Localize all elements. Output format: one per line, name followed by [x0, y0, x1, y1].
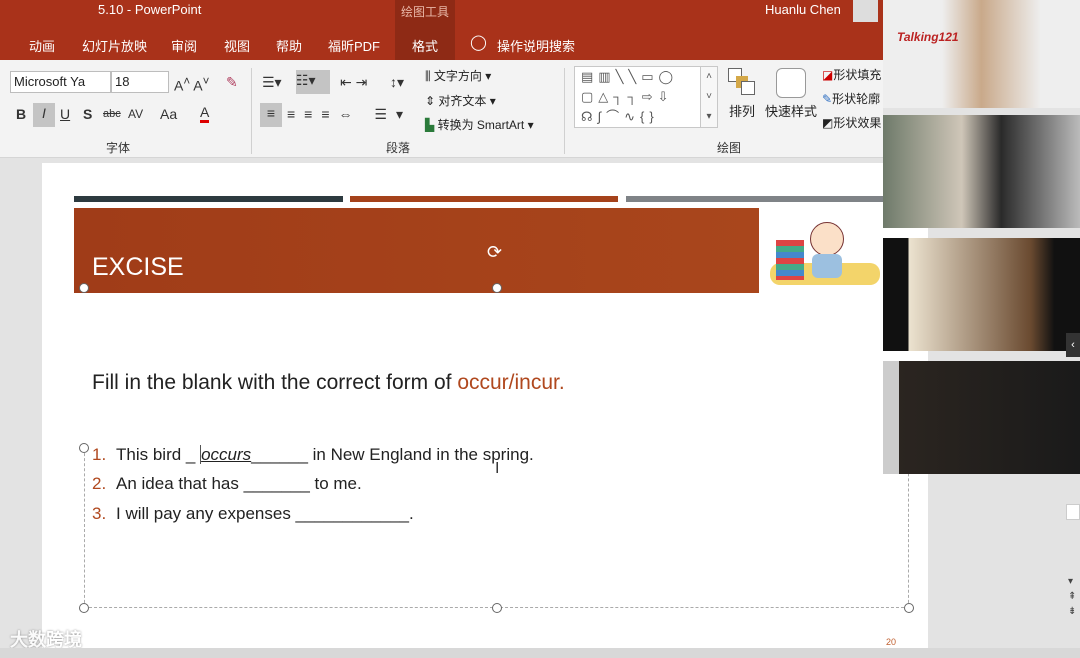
tab-animations[interactable]: 动画: [29, 36, 55, 55]
status-bar: [0, 648, 1080, 658]
gallery-scroll[interactable]: ˄ ˅ ▾: [700, 66, 718, 128]
decor-bar: [626, 196, 883, 202]
shape-effects-label: 形状效果: [833, 116, 882, 130]
item-text: This bird _: [116, 445, 201, 464]
shape-effects-button[interactable]: ◩形状效果: [822, 114, 883, 131]
align-text-button[interactable]: ⇕ 对齐文本 ▾: [425, 92, 496, 109]
text-direction-icon: ⫼: [425, 69, 434, 83]
video-tile-host[interactable]: Talking121: [883, 0, 1080, 108]
clear-format-icon[interactable]: ✎: [226, 72, 238, 92]
text-direction-button[interactable]: ⫼ 文字方向 ▾: [425, 67, 491, 84]
smartart-button[interactable]: ▙ 转换为 SmartArt ▾: [425, 116, 534, 133]
item-number: 3.: [92, 504, 107, 523]
shape-effects-icon: ◩: [822, 116, 834, 130]
list-item[interactable]: 1. This bird _ occurs______ in New Englan…: [92, 445, 534, 465]
item-text: ______ in New England in the spring.: [251, 445, 534, 464]
heading-text: Fill in the blank with the correct form …: [92, 371, 458, 394]
shape-outline-button[interactable]: ✎形状轮廓: [822, 90, 883, 107]
change-case-button[interactable]: Aa: [160, 104, 177, 124]
document-title: 5.10 - PowerPoint: [98, 2, 202, 17]
line-spacing-icon[interactable]: ↕▾: [390, 72, 404, 92]
tab-format[interactable]: 格式: [395, 22, 455, 60]
shadow-button[interactable]: S: [83, 104, 92, 124]
font-color-button[interactable]: A: [200, 104, 210, 123]
underline-button[interactable]: U: [60, 104, 70, 124]
video-background-logo: Talking121: [897, 30, 959, 44]
page-number: 20: [886, 637, 897, 647]
align-left-icon[interactable]: ≡: [260, 103, 282, 127]
shape-outline-label: 形状轮廓: [832, 92, 881, 106]
list-item[interactable]: 2. An idea that has _______ to me.: [92, 474, 362, 494]
scrollbar-thumb[interactable]: [1066, 504, 1080, 520]
heading-accent: occur/incur.: [457, 371, 565, 394]
indent-icons[interactable]: ⇤ ⇥: [340, 72, 367, 92]
bullets-icon[interactable]: ☰▾: [262, 72, 282, 92]
lightbulb-icon: ◯: [470, 34, 487, 51]
paint-bucket-icon: ◪: [822, 68, 834, 82]
tab-view[interactable]: 视图: [224, 36, 250, 55]
text-cursor-icon: I: [495, 460, 500, 477]
shapes-gallery[interactable]: ▤▥╲╲▭◯ ▢△┐┐⇨⇩ ☊∫⌒∿{}: [574, 66, 718, 128]
item-number: 1.: [92, 445, 107, 464]
item-number: 2.: [92, 474, 107, 493]
instruction-heading[interactable]: Fill in the blank with the correct form …: [92, 371, 565, 395]
collapse-panel-button[interactable]: ‹: [1066, 333, 1080, 357]
font-group-label: 字体: [106, 141, 131, 155]
rotate-handle-icon[interactable]: ⟳: [487, 242, 502, 263]
scroll-buttons[interactable]: ▾ ⇞ ⇟: [1068, 574, 1076, 619]
align-text-icon: ⇕: [425, 94, 439, 108]
item-answer: occurs: [200, 445, 252, 464]
pen-icon: ✎: [822, 92, 833, 106]
quick-styles-button[interactable]: 快速样式: [765, 101, 817, 120]
item-text: I will pay any expenses ____________.: [116, 504, 414, 523]
numbering-icon[interactable]: ☷▾: [296, 70, 330, 94]
resize-handle[interactable]: [904, 603, 914, 613]
resize-handle[interactable]: [79, 603, 89, 613]
smartart-label: 转换为 SmartArt: [437, 118, 525, 132]
resize-handle[interactable]: [492, 283, 502, 293]
smartart-icon: ▙: [425, 118, 438, 132]
font-name-select[interactable]: Microsoft Ya: [10, 71, 111, 93]
tab-foxit-pdf[interactable]: 福昕PDF: [328, 36, 380, 55]
list-item[interactable]: 3. I will pay any expenses ____________.: [92, 504, 414, 524]
align-text-label: 对齐文本: [438, 94, 487, 108]
resize-handle[interactable]: [79, 443, 89, 453]
divider: [251, 68, 252, 154]
paragraph-group-label: 段落: [386, 141, 411, 155]
text-direction-label: 文字方向: [433, 69, 482, 83]
user-name[interactable]: Huanlu Chen: [765, 2, 841, 17]
decor-bar: [350, 196, 618, 202]
resize-handle[interactable]: [79, 283, 89, 293]
slide-title[interactable]: EXCISE: [92, 253, 184, 282]
font-size-select[interactable]: 18: [111, 71, 169, 93]
item-text: An idea that has _______ to me.: [116, 474, 362, 493]
grow-font-icon[interactable]: A˄ A˅: [174, 72, 209, 96]
context-tab-group-label: 绘图工具: [395, 0, 455, 22]
avatar[interactable]: [853, 0, 878, 22]
quick-styles-icon: [776, 68, 806, 98]
align-icons[interactable]: ≡≡≡⇔ ☰▾: [287, 104, 412, 124]
tell-me-search[interactable]: 操作说明搜索: [497, 36, 575, 55]
resize-handle[interactable]: [492, 603, 502, 613]
strikethrough-button[interactable]: abc: [103, 104, 121, 124]
arrange-icon: [728, 68, 756, 96]
italic-button[interactable]: I: [33, 103, 55, 127]
drawing-group-label: 绘图: [717, 141, 742, 155]
divider: [564, 68, 565, 154]
shape-fill-label: 形状填充: [833, 68, 882, 82]
decor-bar: [74, 196, 343, 202]
tab-review[interactable]: 审阅: [171, 36, 197, 55]
student-cartoon-image: [768, 218, 883, 290]
char-spacing-button[interactable]: AV: [128, 104, 143, 124]
tab-slideshow[interactable]: 幻灯片放映: [82, 36, 147, 55]
video-tile[interactable]: [883, 361, 1080, 474]
arrange-button[interactable]: 排列: [729, 101, 755, 120]
tab-help[interactable]: 帮助: [276, 36, 302, 55]
video-tile[interactable]: [883, 115, 1080, 228]
video-tile[interactable]: [883, 238, 1080, 351]
bold-button[interactable]: B: [16, 104, 26, 124]
shape-fill-button[interactable]: ◪形状填充: [822, 66, 883, 83]
